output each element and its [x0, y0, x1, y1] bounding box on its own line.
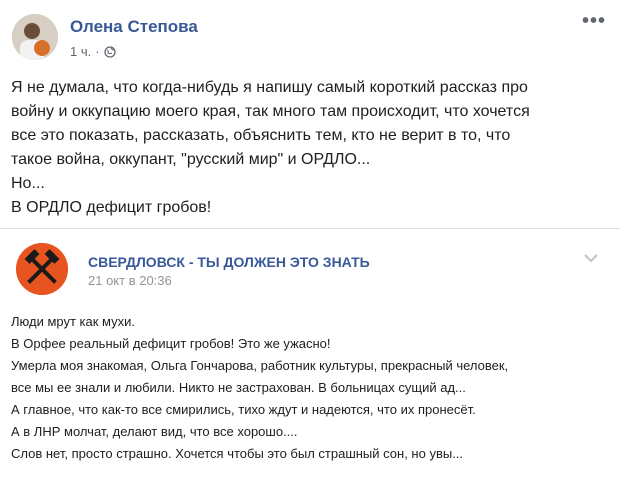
- shared-line: Умерла моя знакомая, Ольга Гончарова, ра…: [11, 358, 509, 373]
- post-line: Но...: [11, 175, 45, 192]
- author-name[interactable]: Олена Степова: [70, 17, 198, 37]
- globe-icon: [103, 45, 116, 58]
- post-line: Я не думала, что когда-нибудь я напишу с…: [11, 79, 528, 96]
- more-options-button[interactable]: •••: [582, 10, 606, 33]
- post-meta: 1 ч. ·: [70, 44, 116, 59]
- post-line: В ОРДЛО дефицит гробов!: [11, 199, 212, 216]
- meta-separator: ·: [95, 44, 100, 59]
- shared-line: Люди мрут как мухи.: [11, 314, 136, 329]
- shared-post: СВЕРДЛОВСК - ТЫ ДОЛЖЕН ЭТО ЗНАТЬ 21 окт …: [0, 228, 620, 480]
- shared-page-logo[interactable]: [16, 243, 68, 295]
- shared-line: Слов нет, просто страшно. Хочется чтобы …: [11, 446, 464, 461]
- post-line: войну и оккупацию моего края, так много …: [11, 103, 530, 120]
- shared-post-time[interactable]: 21 окт в 20:36: [88, 273, 172, 288]
- facebook-post: Олена Степова 1 ч. · ••• Я не думала, чт…: [0, 0, 620, 480]
- shared-line: все мы ее знали и любили. Никто не застр…: [11, 380, 466, 395]
- post-time[interactable]: 1 ч.: [70, 44, 91, 59]
- post-text: Я не думала, что когда-нибудь я напишу с…: [11, 76, 607, 220]
- shared-line: А в ЛНР молчат, делают вид, что все хоро…: [11, 424, 298, 439]
- chevron-down-icon[interactable]: [584, 253, 598, 263]
- shared-line: А главное, что как-то все смирились, тих…: [11, 402, 476, 417]
- crossed-hammers-icon: [16, 243, 68, 295]
- post-line: все это показать, рассказать, объяснить …: [11, 127, 511, 144]
- shared-post-text: Люди мрут как мухи. В Орфее реальный деф…: [11, 311, 611, 465]
- shared-line: В Орфее реальный дефицит гробов! Это же …: [11, 336, 331, 351]
- post-line: такое война, оккупант, "русский мир" и О…: [11, 151, 371, 168]
- author-avatar[interactable]: [12, 14, 58, 60]
- shared-page-name[interactable]: СВЕРДЛОВСК - ТЫ ДОЛЖЕН ЭТО ЗНАТЬ: [88, 254, 370, 270]
